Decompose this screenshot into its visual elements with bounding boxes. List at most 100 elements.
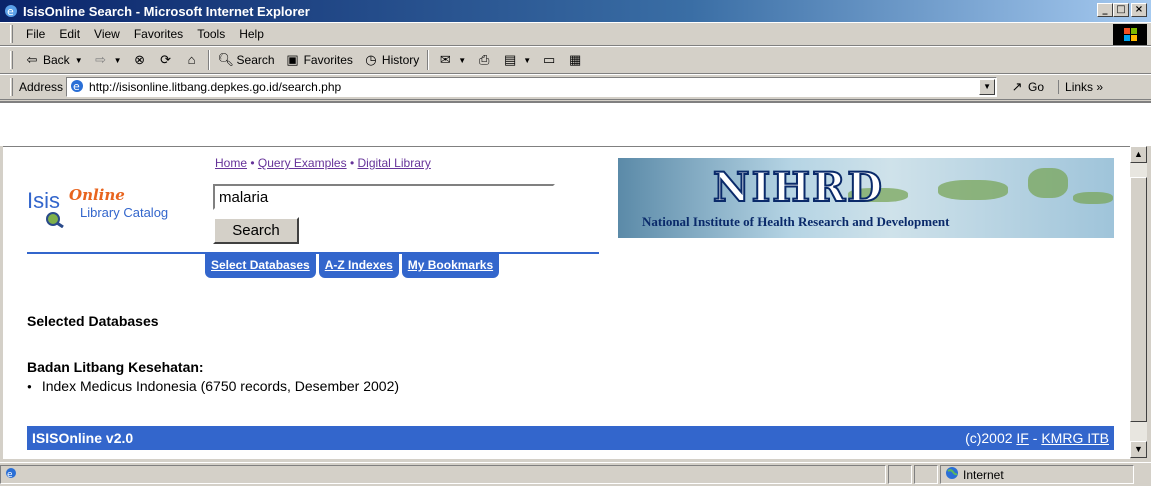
query-examples-link[interactable]: Query Examples — [258, 156, 347, 170]
stop-icon: ⊗ — [134, 52, 145, 67]
standard-toolbar: ⇦ Back ▼ ⇨ ▼ ⊗ ⟳ ⌂ 🔍︎ Search ▣ Favorites… — [0, 46, 1151, 74]
refresh-button[interactable]: ⟳ — [153, 49, 179, 71]
scroll-down-button[interactable]: ▼ — [1130, 441, 1147, 458]
svg-text:e: e — [73, 80, 80, 93]
search-input[interactable] — [213, 184, 555, 210]
address-label: Address — [19, 80, 64, 94]
favorites-toolbar-label: Favorites — [303, 53, 353, 67]
ie-logo-icon: e — [3, 3, 19, 19]
toolbar-separator — [427, 50, 430, 70]
menu-bar: File Edit View Favorites Tools Help — [0, 22, 1151, 46]
magnifier-icon — [45, 212, 65, 229]
home-icon: ⌂ — [187, 52, 196, 67]
menu-tools[interactable]: Tools — [190, 27, 232, 41]
close-button[interactable]: × — [1131, 3, 1147, 17]
dropdown-arrow-icon[interactable]: ▼ — [114, 56, 122, 65]
forward-button[interactable]: ⇨ ▼ — [88, 49, 127, 71]
toolbar-grip[interactable] — [10, 51, 13, 69]
copyright-text: (c)2002 — [965, 430, 1013, 446]
page-status-icon: e — [4, 466, 18, 483]
menu-edit[interactable]: Edit — [52, 27, 87, 41]
links-button[interactable]: Links » — [1058, 80, 1103, 94]
search-toolbar-button[interactable]: 🔍︎ Search — [213, 49, 280, 71]
discuss-icon: ▭ — [542, 52, 556, 67]
edit-page-icon: ▤ — [504, 52, 517, 67]
favorites-folder-icon: ▣ — [286, 52, 299, 67]
dropdown-arrow-icon[interactable]: ▼ — [75, 56, 83, 65]
version-label: ISISOnline v2.0 — [32, 430, 134, 446]
go-label: Go — [1028, 80, 1045, 94]
tab-select-databases[interactable]: Select Databases — [205, 253, 316, 278]
menu-view[interactable]: View — [87, 27, 127, 41]
stop-button[interactable]: ⊗ — [127, 49, 153, 71]
if-link[interactable]: IF — [1016, 430, 1028, 446]
toolbar-separator — [207, 50, 210, 70]
page-icon: e — [69, 78, 85, 97]
minimize-button[interactable]: _ — [1097, 3, 1113, 17]
logo-isis-text: Isis — [27, 188, 60, 213]
organization-heading: Badan Litbang Kesehatan: — [27, 359, 204, 375]
isisonline-logo[interactable]: Isis Online Library Catalog — [27, 186, 207, 229]
dropdown-arrow-icon[interactable]: ▼ — [458, 56, 466, 65]
print-button[interactable]: ⎙ — [471, 49, 497, 71]
top-nav-links: Home • Query Examples • Digital Library — [215, 156, 431, 170]
back-arrow-icon: ⇦ — [26, 52, 38, 67]
address-dropdown-button[interactable]: ▼ — [979, 79, 996, 95]
menu-help[interactable]: Help — [232, 27, 271, 41]
links-label: Links — [1065, 80, 1094, 94]
home-link[interactable]: Home — [215, 156, 247, 170]
dropdown-arrow-icon[interactable]: ▼ — [523, 56, 531, 65]
copyright: (c)2002 IF - KMRG ITB — [965, 430, 1109, 446]
link-separator: • — [250, 156, 255, 170]
favorites-toolbar-button[interactable]: ▣ Favorites — [280, 49, 358, 71]
home-button[interactable]: ⌂ — [179, 49, 205, 71]
list-item: ● Index Medicus Indonesia (6750 records,… — [27, 378, 399, 394]
go-button[interactable]: ↗ Go — [1009, 79, 1044, 95]
window-title: IsisOnline Search - Microsoft Internet E… — [23, 3, 310, 19]
status-main-pane: e — [0, 465, 886, 484]
toolbar-grip[interactable] — [10, 25, 13, 43]
tab-bar: Select Databases A-Z Indexes My Bookmark… — [205, 253, 500, 278]
messenger-button[interactable]: ▦ — [562, 49, 588, 71]
back-button[interactable]: ⇦ Back ▼ — [19, 49, 88, 71]
vertical-scrollbar[interactable]: ▲ ▼ — [1130, 146, 1147, 458]
link-separator: • — [349, 156, 355, 170]
security-zone: Internet — [940, 465, 1134, 484]
zone-label: Internet — [963, 467, 1004, 482]
back-label: Back — [43, 53, 70, 67]
page-viewport — [0, 101, 1151, 146]
mail-icon: ✉ — [439, 52, 451, 67]
bullet-icon: ● — [27, 381, 32, 391]
globe-icon — [945, 466, 959, 483]
toolbar-grip[interactable] — [10, 78, 13, 96]
banner-subtitle: National Institute of Health Research an… — [642, 214, 950, 229]
address-bar: Address e http://isisonline.litbang.depk… — [0, 74, 1151, 100]
search-button[interactable]: Search — [213, 217, 299, 244]
menu-file[interactable]: File — [19, 27, 52, 41]
maximize-button[interactable]: □ — [1113, 3, 1129, 17]
edit-button[interactable]: ▤ ▼ — [497, 49, 536, 71]
windows-logo-icon — [1113, 24, 1147, 45]
logo-online-text: Online — [69, 186, 125, 204]
tab-my-bookmarks[interactable]: My Bookmarks — [401, 253, 500, 278]
status-bar: e Internet — [0, 462, 1151, 486]
status-pane — [914, 465, 938, 484]
logo-library-catalog-text: Library Catalog — [80, 205, 169, 220]
tab-a-z-indexes[interactable]: A-Z Indexes — [318, 253, 399, 278]
printer-icon: ⎙ — [478, 52, 490, 67]
discuss-button[interactable]: ▭ — [536, 49, 562, 71]
history-toolbar-button[interactable]: ◷ History — [358, 49, 424, 71]
magnifier-icon: 🔍︎ — [217, 52, 235, 67]
address-field[interactable]: e http://isisonline.litbang.depkes.go.id… — [66, 77, 998, 97]
refresh-icon: ⟳ — [160, 52, 171, 67]
scroll-thumb[interactable] — [1130, 177, 1147, 422]
scroll-up-button[interactable]: ▲ — [1130, 146, 1147, 163]
title-bar: e IsisOnline Search - Microsoft Internet… — [0, 0, 1151, 22]
mail-button[interactable]: ✉ ▼ — [432, 49, 471, 71]
forward-arrow-icon: ⇨ — [95, 52, 107, 67]
digital-library-link[interactable]: Digital Library — [358, 156, 431, 170]
go-arrow-icon: ↗ — [1011, 79, 1023, 94]
menu-favorites[interactable]: Favorites — [127, 27, 190, 41]
page-footer: ISISOnline v2.0 (c)2002 IF - KMRG ITB — [27, 426, 1114, 450]
kmrg-itb-link[interactable]: KMRG ITB — [1041, 430, 1109, 446]
